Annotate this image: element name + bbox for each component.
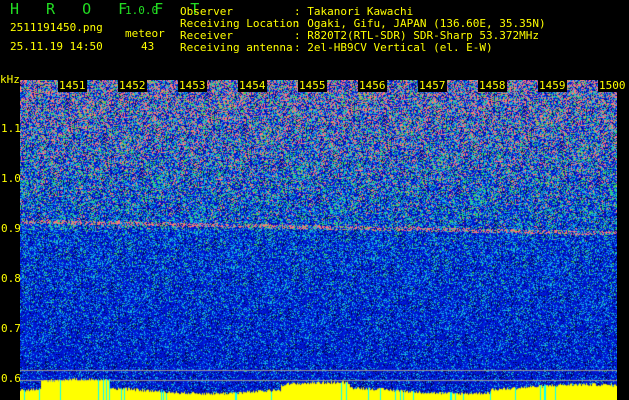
x-tick-label: 1458 xyxy=(478,79,507,92)
app-version: 1.0.0 xyxy=(125,4,159,17)
x-tick-label: 1459 xyxy=(538,79,567,92)
file-name: 2511191450.png xyxy=(10,21,103,34)
x-tick-label: 1454 xyxy=(238,79,267,92)
meteor-label: meteor xyxy=(125,27,165,40)
info-key-antenna: Receiving antenna xyxy=(180,41,293,54)
y-tick-label: 0.9 xyxy=(1,222,21,235)
y-axis-unit: kHz xyxy=(0,73,20,86)
y-tick-label: 0.7 xyxy=(1,322,21,335)
x-tick-label: 1500 xyxy=(598,79,627,92)
x-tick-label: 1455 xyxy=(298,79,327,92)
x-tick-label: 1452 xyxy=(118,79,147,92)
info-value-antenna: : 2el-HB9CV Vertical (el. E-W) xyxy=(294,41,493,54)
y-tick-label: 0.6 xyxy=(1,372,21,385)
x-tick-label: 1456 xyxy=(358,79,387,92)
meteor-count: 43 xyxy=(141,40,155,53)
y-tick-label: 0.8 xyxy=(1,272,21,285)
y-tick-label: 1.0 xyxy=(1,172,21,185)
file-datetime: 25.11.19 14:50 xyxy=(10,40,103,53)
x-tick-label: 1457 xyxy=(418,79,447,92)
x-tick-label: 1453 xyxy=(178,79,207,92)
spectrogram xyxy=(20,80,617,400)
x-tick-label: 1451 xyxy=(58,79,87,92)
y-tick-label: 1.1 xyxy=(1,122,21,135)
app-logo: H R O F F T xyxy=(10,0,209,18)
